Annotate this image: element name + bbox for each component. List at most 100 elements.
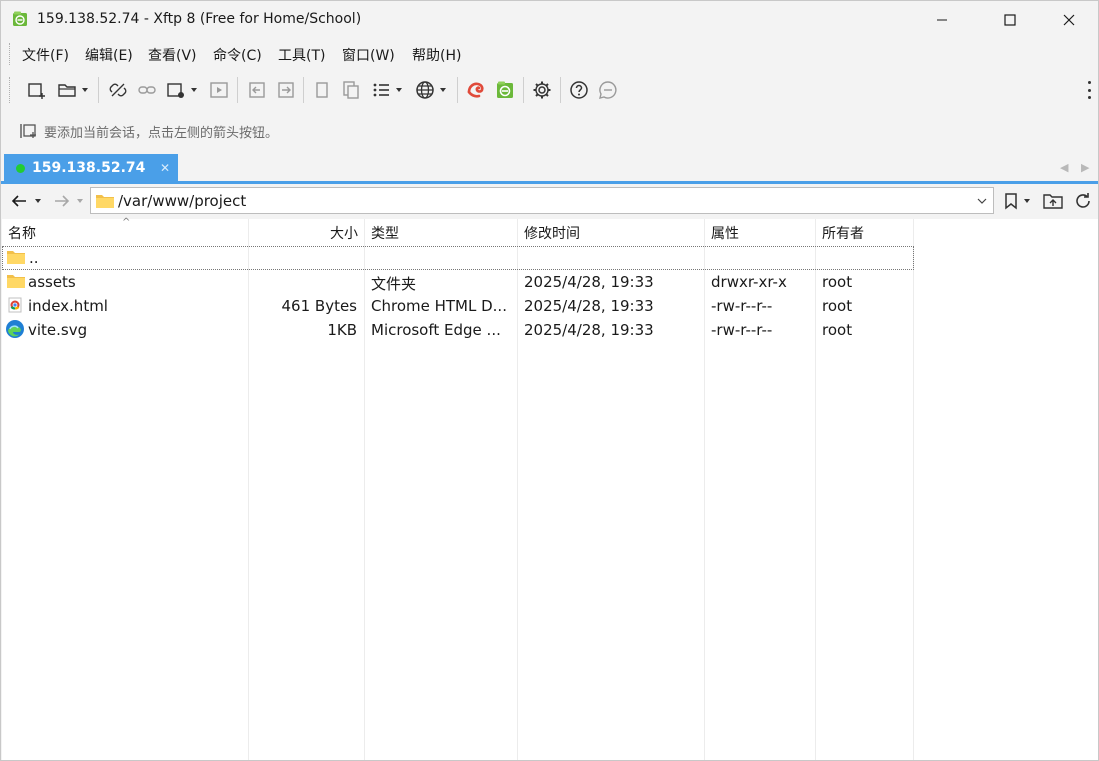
session-tabs: 159.138.52.74 ✕ ◀ ▶ [1,153,1098,183]
connected-status-icon [16,164,25,173]
help-button[interactable] [569,79,589,101]
header-modified[interactable]: 修改时间 [524,219,580,245]
menubar-grip[interactable] [9,43,11,65]
menu-file[interactable]: 文件(F) [22,45,69,65]
open-folder-icon [58,84,76,97]
close-button[interactable] [1046,1,1092,39]
chat-bubble-icon [599,81,617,99]
header-size[interactable]: 大小 [249,219,358,245]
folder-up-icon [1043,194,1063,209]
app-window: 159.138.52.74 - Xftp 8 (Free for Home/Sc… [0,0,1099,761]
open-terminal-button[interactable] [209,79,229,101]
header-owner[interactable]: 所有者 [822,219,864,245]
menu-edit[interactable]: 编辑(E) [85,45,133,65]
menu-command[interactable]: 命令(C) [213,45,262,65]
toolbar-grip[interactable] [9,77,11,103]
toolbar-overflow-button[interactable] [1088,81,1092,99]
globe-icon [416,81,434,99]
file-name: assets [28,273,76,291]
terminal-icon [210,82,228,98]
chevron-down-icon [35,199,41,203]
open-session-button[interactable] [57,79,88,101]
feedback-button[interactable] [598,79,618,101]
view-mode-button[interactable] [371,79,402,101]
column-header: ^ 名称 大小 类型 修改时间 属性 所有者 [2,217,1098,245]
bookmark-icon [1005,193,1017,210]
refresh-button[interactable] [1074,190,1092,212]
file-modified: 2025/4/28, 19:33 [524,273,654,291]
minimize-icon [937,19,947,21]
tab-scroll-right-icon[interactable]: ▶ [1081,161,1089,174]
download-button[interactable] [276,79,296,101]
options-button[interactable] [532,79,552,101]
xftp-button[interactable] [495,79,515,101]
paste-button[interactable] [341,79,361,101]
file-attributes: -rw-r--r-- [711,297,773,315]
close-icon [1063,14,1075,26]
xshell-icon [467,82,484,98]
upload-button[interactable] [247,79,267,101]
bookmark-button[interactable] [1003,190,1030,212]
tab-scroll-left-icon[interactable]: ◀ [1060,161,1068,174]
link-icon [138,86,156,94]
menu-help[interactable]: 帮助(H) [412,45,461,65]
menu-tools[interactable]: 工具(T) [278,45,325,65]
disconnect-icon [109,83,127,97]
chevron-down-icon [440,88,446,92]
file-name: .. [29,249,39,267]
file-type: Microsoft Edge ... [371,321,501,339]
menu-window[interactable]: 窗口(W) [342,45,395,65]
minimize-button[interactable] [919,1,965,39]
chevron-down-icon[interactable] [977,198,987,204]
tab-close-icon[interactable]: ✕ [160,161,170,175]
disconnect-button[interactable] [108,79,128,101]
toolbar-separator [523,77,524,103]
toolbar-separator [98,77,99,103]
parent-folder-button[interactable] [1043,190,1063,212]
copy-icon [316,82,328,98]
session-tab[interactable]: 159.138.52.74 ✕ [4,154,178,183]
forward-button[interactable] [53,190,83,212]
table-row[interactable]: vite.svg 1KB Microsoft Edge ... 2025/4/2… [2,318,914,342]
toolbar-separator [237,77,238,103]
file-name: vite.svg [28,321,88,339]
encoding-button[interactable] [415,79,446,101]
reconnect-button[interactable] [137,79,157,101]
help-icon [570,81,588,99]
maximize-icon [1004,14,1016,26]
arrow-left-icon [11,195,26,207]
table-row[interactable]: index.html 461 Bytes Chrome HTML D... 20… [2,294,914,318]
table-row[interactable]: assets 文件夹 2025/4/28, 19:33 drwxr-xr-x r… [2,270,914,294]
paste-icon [343,81,359,99]
file-type: Chrome HTML D... [371,297,507,315]
edge-icon [6,320,24,338]
maximize-button[interactable] [987,1,1033,39]
header-type[interactable]: 类型 [371,219,399,245]
header-attributes[interactable]: 属性 [711,219,739,245]
add-session-icon[interactable] [19,122,39,140]
toolbar [1,75,1098,105]
address-bar: /var/www/project [1,184,1098,218]
new-session-button[interactable] [27,79,47,101]
session-properties-button[interactable] [166,79,197,101]
file-size: 461 Bytes [281,297,358,315]
path-input[interactable]: /var/www/project [90,187,994,214]
file-attributes: drwxr-xr-x [711,273,787,291]
xshell-button[interactable] [466,79,486,101]
refresh-icon [1076,193,1090,208]
transfer-right-icon [278,82,294,98]
sort-ascending-icon: ^ [122,217,131,228]
table-row[interactable]: .. [2,246,914,270]
window-title: 159.138.52.74 - Xftp 8 (Free for Home/Sc… [37,11,362,27]
list-view-icon [373,83,389,97]
folder-icon [96,195,114,208]
header-name[interactable]: 名称 [8,219,36,245]
menu-view[interactable]: 查看(V) [148,45,197,65]
new-session-icon [28,83,45,99]
copy-button[interactable] [312,79,332,101]
back-button[interactable] [10,190,41,212]
chrome-icon [8,297,22,313]
transfer-left-icon [249,82,265,98]
file-type: 文件夹 [371,275,417,293]
xftp-icon [497,81,513,98]
